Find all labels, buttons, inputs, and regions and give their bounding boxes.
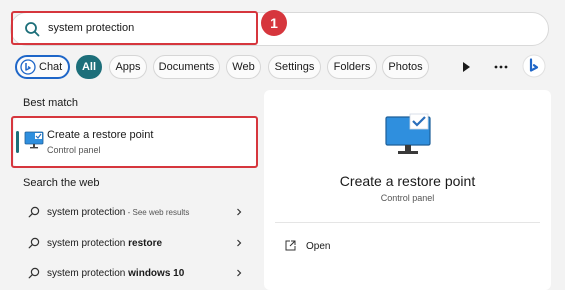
- web-result-text: system protection windows 10: [47, 268, 185, 279]
- chip-chat-label: Chat: [39, 61, 63, 73]
- web-result-text: system protection restore: [47, 238, 163, 249]
- bing-icon[interactable]: [522, 54, 546, 78]
- play-icon[interactable]: [460, 61, 472, 73]
- open-external-icon: [285, 240, 296, 251]
- annotation-box-2: [11, 116, 258, 168]
- chip-photos[interactable]: Photos: [382, 55, 429, 79]
- web-result-text: system protection - See web results: [47, 207, 190, 218]
- chip-apps[interactable]: Apps: [109, 55, 147, 79]
- chip-settings[interactable]: Settings: [268, 55, 321, 79]
- chevron-right-icon[interactable]: [235, 269, 243, 277]
- chip-documents[interactable]: Documents: [153, 55, 220, 79]
- best-match-label: Best match: [23, 97, 79, 109]
- search-icon: [28, 237, 40, 249]
- chip-folders[interactable]: Folders: [327, 55, 377, 79]
- search-icon: [28, 206, 40, 218]
- more-options-icon[interactable]: [492, 58, 510, 76]
- annotation-box-1: [11, 11, 258, 45]
- bing-chat-icon: [20, 59, 36, 75]
- detail-subtitle: Control panel: [380, 193, 435, 203]
- chip-all[interactable]: All: [76, 55, 102, 79]
- detail-title: Create a restore point: [339, 173, 476, 189]
- restore-point-icon: [385, 113, 431, 154]
- divider: [275, 222, 540, 223]
- annotation-badge-1: 1: [261, 10, 287, 36]
- chevron-right-icon[interactable]: [235, 208, 243, 216]
- search-the-web-label: Search the web: [23, 177, 100, 189]
- search-icon: [28, 267, 40, 279]
- open-label: Open: [306, 241, 331, 252]
- chip-web[interactable]: Web: [226, 55, 261, 79]
- open-action[interactable]: [278, 232, 398, 254]
- chevron-right-icon[interactable]: [235, 239, 243, 247]
